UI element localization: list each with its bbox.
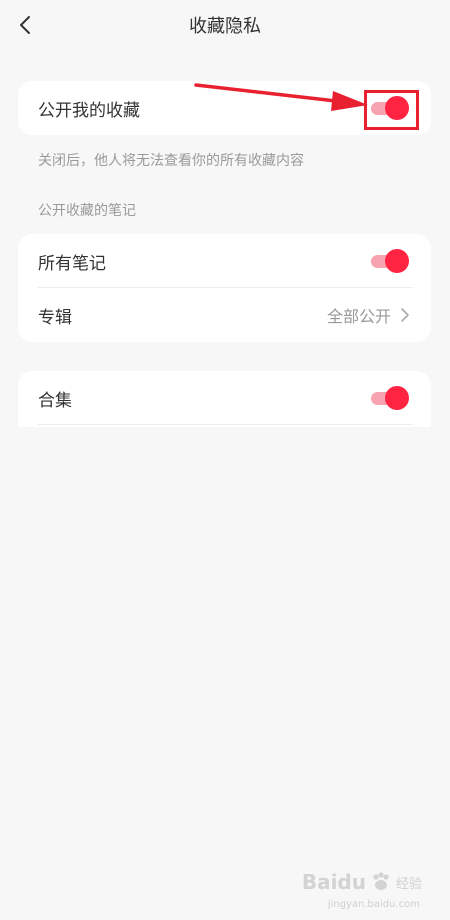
divider bbox=[38, 424, 413, 425]
all-notes-toggle[interactable] bbox=[371, 249, 409, 273]
watermark-url: jingyan.baidu.com bbox=[327, 899, 420, 910]
watermark-sub: 经验 bbox=[395, 876, 422, 892]
section-title: 公开收藏的笔记 bbox=[38, 203, 136, 219]
album-label: 专辑 bbox=[38, 307, 72, 328]
notes-group-card: 所有笔记 专辑 全部公开 bbox=[18, 234, 431, 342]
collection-group-card: 合集 bbox=[18, 371, 431, 427]
public-favorites-label: 公开我的收藏 bbox=[38, 100, 140, 121]
collection-label: 合集 bbox=[38, 390, 72, 411]
collection-toggle[interactable] bbox=[371, 386, 409, 410]
album-value: 全部公开 bbox=[326, 307, 391, 326]
all-notes-row: 所有笔记 bbox=[18, 234, 431, 288]
toggle-knob bbox=[385, 249, 409, 273]
collection-row: 合集 bbox=[18, 371, 431, 425]
watermark-brand: Baidu bbox=[301, 870, 366, 894]
baidu-watermark: Baidu 经验 bbox=[302, 870, 422, 894]
chevron-right-icon bbox=[401, 308, 409, 322]
toggle-knob bbox=[385, 386, 409, 410]
annotation-arrow-icon bbox=[194, 83, 368, 111]
page-title: 收藏隐私 bbox=[189, 16, 261, 37]
paw-icon bbox=[373, 872, 389, 890]
public-favorites-hint: 关闭后，他人将无法查看你的所有收藏内容 bbox=[38, 153, 304, 169]
all-notes-label: 所有笔记 bbox=[38, 253, 106, 274]
annotation-highlight-box bbox=[364, 90, 419, 130]
album-row[interactable]: 专辑 全部公开 bbox=[18, 288, 431, 342]
top-bar: 收藏隐私 bbox=[0, 0, 450, 48]
